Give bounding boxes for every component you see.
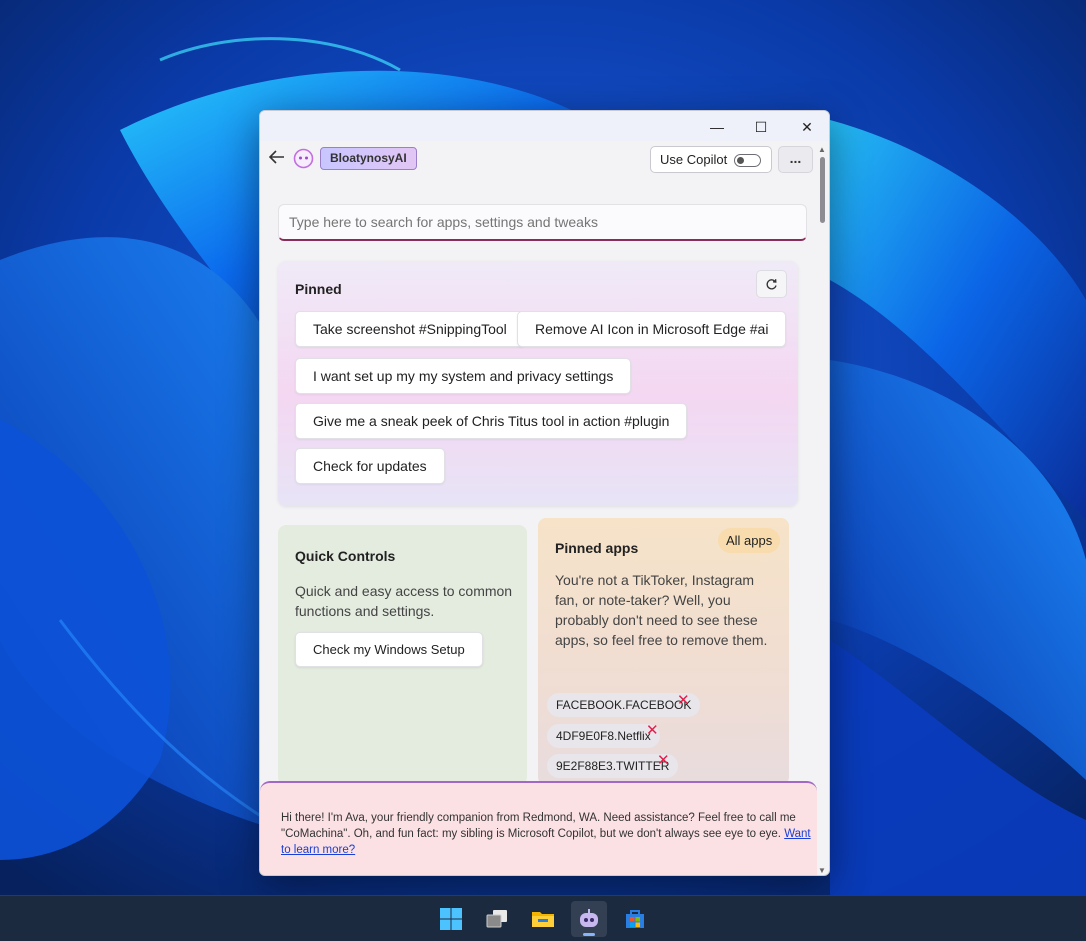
pinned-item[interactable]: Remove AI Icon in Microsoft Edge #ai xyxy=(517,311,787,347)
scroll-up-arrow[interactable]: ▲ xyxy=(818,145,826,154)
all-apps-button[interactable]: All apps xyxy=(718,528,781,553)
microsoft-store-icon[interactable] xyxy=(617,901,653,937)
copilot-toggle-label: Use Copilot xyxy=(660,152,728,167)
use-copilot-toggle[interactable]: Use Copilot xyxy=(650,146,772,173)
search-input[interactable] xyxy=(278,204,807,241)
file-explorer-icon[interactable] xyxy=(525,901,561,937)
more-options-button[interactable]: ... xyxy=(778,146,813,173)
vertical-scrollbar[interactable]: ▲ ▼ xyxy=(817,145,827,875)
task-view-icon[interactable] xyxy=(479,901,515,937)
app-name: 9E2F88E3.TWITTER xyxy=(556,759,670,773)
maximize-button[interactable]: ☐ xyxy=(741,115,781,139)
toggle-knob xyxy=(737,157,744,164)
minimize-button[interactable]: — xyxy=(697,115,737,139)
scroll-down-arrow[interactable]: ▼ xyxy=(818,866,826,875)
assistant-chat-panel: Hi there! I'm Ava, your friendly compani… xyxy=(260,781,817,875)
arrow-left-icon xyxy=(269,150,284,164)
remove-app-icon[interactable]: ✕ xyxy=(677,693,690,708)
refresh-button[interactable] xyxy=(756,270,787,298)
pinned-app-tag: 4DF9E0F8.Netflix xyxy=(547,724,660,748)
pinned-apps-section: Pinned apps All apps You're not a TikTok… xyxy=(538,518,789,785)
app-name: FACEBOOK.FACEBOOK xyxy=(556,698,692,712)
assistant-message: Hi there! I'm Ava, your friendly compani… xyxy=(281,810,811,858)
app-name: 4DF9E0F8.Netflix xyxy=(556,729,651,743)
pinned-section: Pinned Take screenshot #SnippingTool Rem… xyxy=(278,261,798,506)
pinned-item[interactable]: Take screenshot #SnippingTool xyxy=(295,311,525,347)
check-windows-setup-button[interactable]: Check my Windows Setup xyxy=(295,632,483,667)
toggle-switch[interactable] xyxy=(734,154,761,167)
title-bar: — ☐ ✕ xyxy=(260,111,829,141)
quick-controls-description: Quick and easy access to common function… xyxy=(295,583,513,619)
refresh-icon xyxy=(766,278,777,289)
brand-badge: BloatynosyAI xyxy=(320,147,417,170)
remove-app-icon[interactable]: ✕ xyxy=(657,753,670,768)
scroll-thumb[interactable] xyxy=(820,157,825,223)
pinned-item[interactable]: Give me a sneak peek of Chris Titus tool… xyxy=(295,403,688,439)
pinned-title: Pinned xyxy=(295,281,342,297)
app-window: — ☐ ✕ BloatynosyAI Use Copilot ... ▲ ▼ P… xyxy=(259,110,830,876)
taskbar xyxy=(0,895,1086,941)
quick-controls-section: Quick Controls Quick and easy access to … xyxy=(278,525,527,785)
bloatynosy-app-icon[interactable] xyxy=(571,900,607,937)
pinned-apps-description: You're not a TikToker, Instagram fan, or… xyxy=(555,572,768,648)
assistant-message-text: Hi there! I'm Ava, your friendly compani… xyxy=(281,812,796,840)
pinned-item[interactable]: Check for updates xyxy=(295,448,445,484)
windows-start-icon[interactable] xyxy=(433,901,469,937)
quick-controls-title: Quick Controls xyxy=(295,548,396,564)
close-button[interactable]: ✕ xyxy=(787,115,827,139)
remove-app-icon[interactable]: ✕ xyxy=(646,723,659,738)
pinned-apps-title: Pinned apps xyxy=(555,540,639,556)
smiley-robot-icon xyxy=(293,148,314,174)
pinned-item[interactable]: I want set up my my system and privacy s… xyxy=(295,358,632,394)
back-button[interactable] xyxy=(264,144,290,170)
